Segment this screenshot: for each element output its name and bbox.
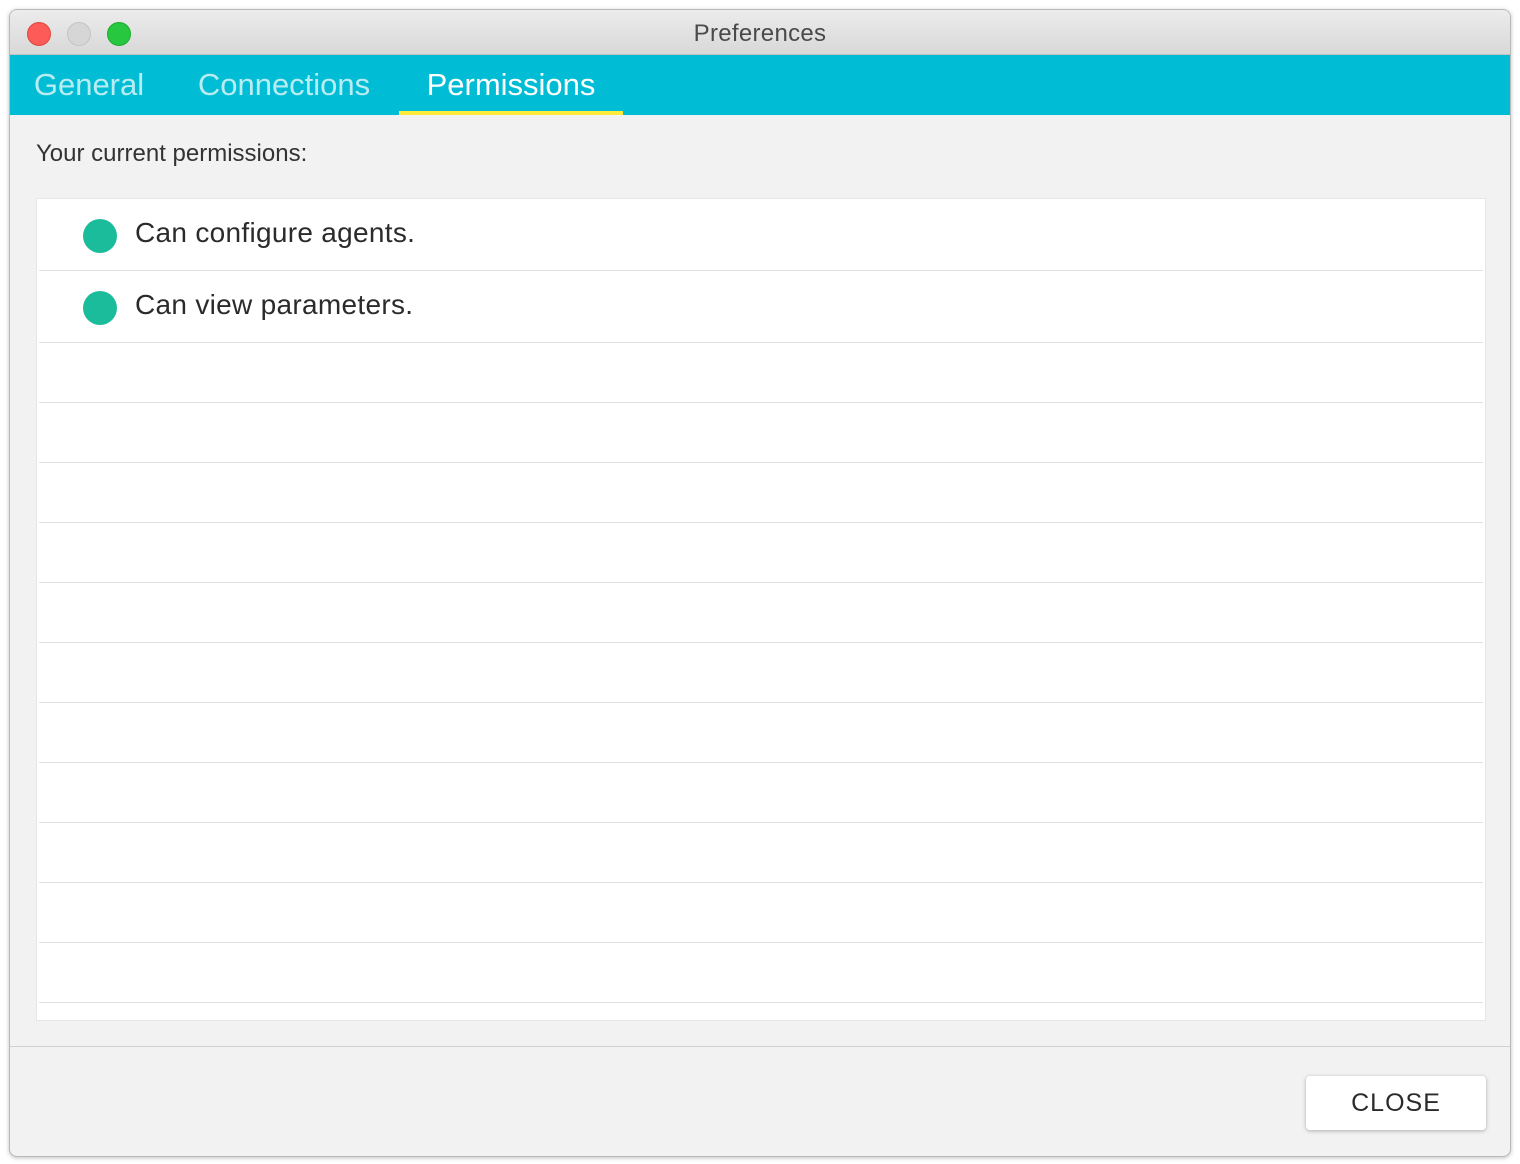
footer-divider [10, 1046, 1510, 1047]
empty-row [39, 463, 1483, 523]
status-dot-icon [83, 291, 117, 325]
tab-general[interactable]: General [10, 55, 168, 115]
status-dot-icon [83, 219, 117, 253]
empty-row [39, 343, 1483, 403]
empty-row [39, 523, 1483, 583]
empty-row [39, 403, 1483, 463]
title-bar[interactable]: Preferences [10, 10, 1510, 55]
preferences-window: Preferences General Connections Permissi… [9, 9, 1511, 1157]
window-title: Preferences [693, 20, 827, 47]
permissions-list[interactable]: Can configure agents. Can view parameter… [36, 198, 1486, 1021]
tab-bar: General Connections Permissions [10, 55, 1510, 115]
list-item: Can view parameters. [39, 271, 1483, 343]
empty-row [39, 703, 1483, 763]
empty-row [39, 643, 1483, 703]
permission-label: Can configure agents. [135, 217, 416, 248]
empty-row [39, 943, 1483, 1003]
close-button[interactable]: CLOSE [1306, 1076, 1486, 1130]
permission-label: Can view parameters. [135, 289, 414, 320]
list-item: Can configure agents. [39, 199, 1483, 271]
permissions-intro: Your current permissions: [36, 140, 308, 167]
empty-row [39, 763, 1483, 823]
empty-row [39, 883, 1483, 943]
tab-connections[interactable]: Connections [170, 55, 398, 115]
tab-permissions[interactable]: Permissions [399, 55, 623, 115]
empty-row [39, 823, 1483, 883]
empty-row [39, 583, 1483, 643]
